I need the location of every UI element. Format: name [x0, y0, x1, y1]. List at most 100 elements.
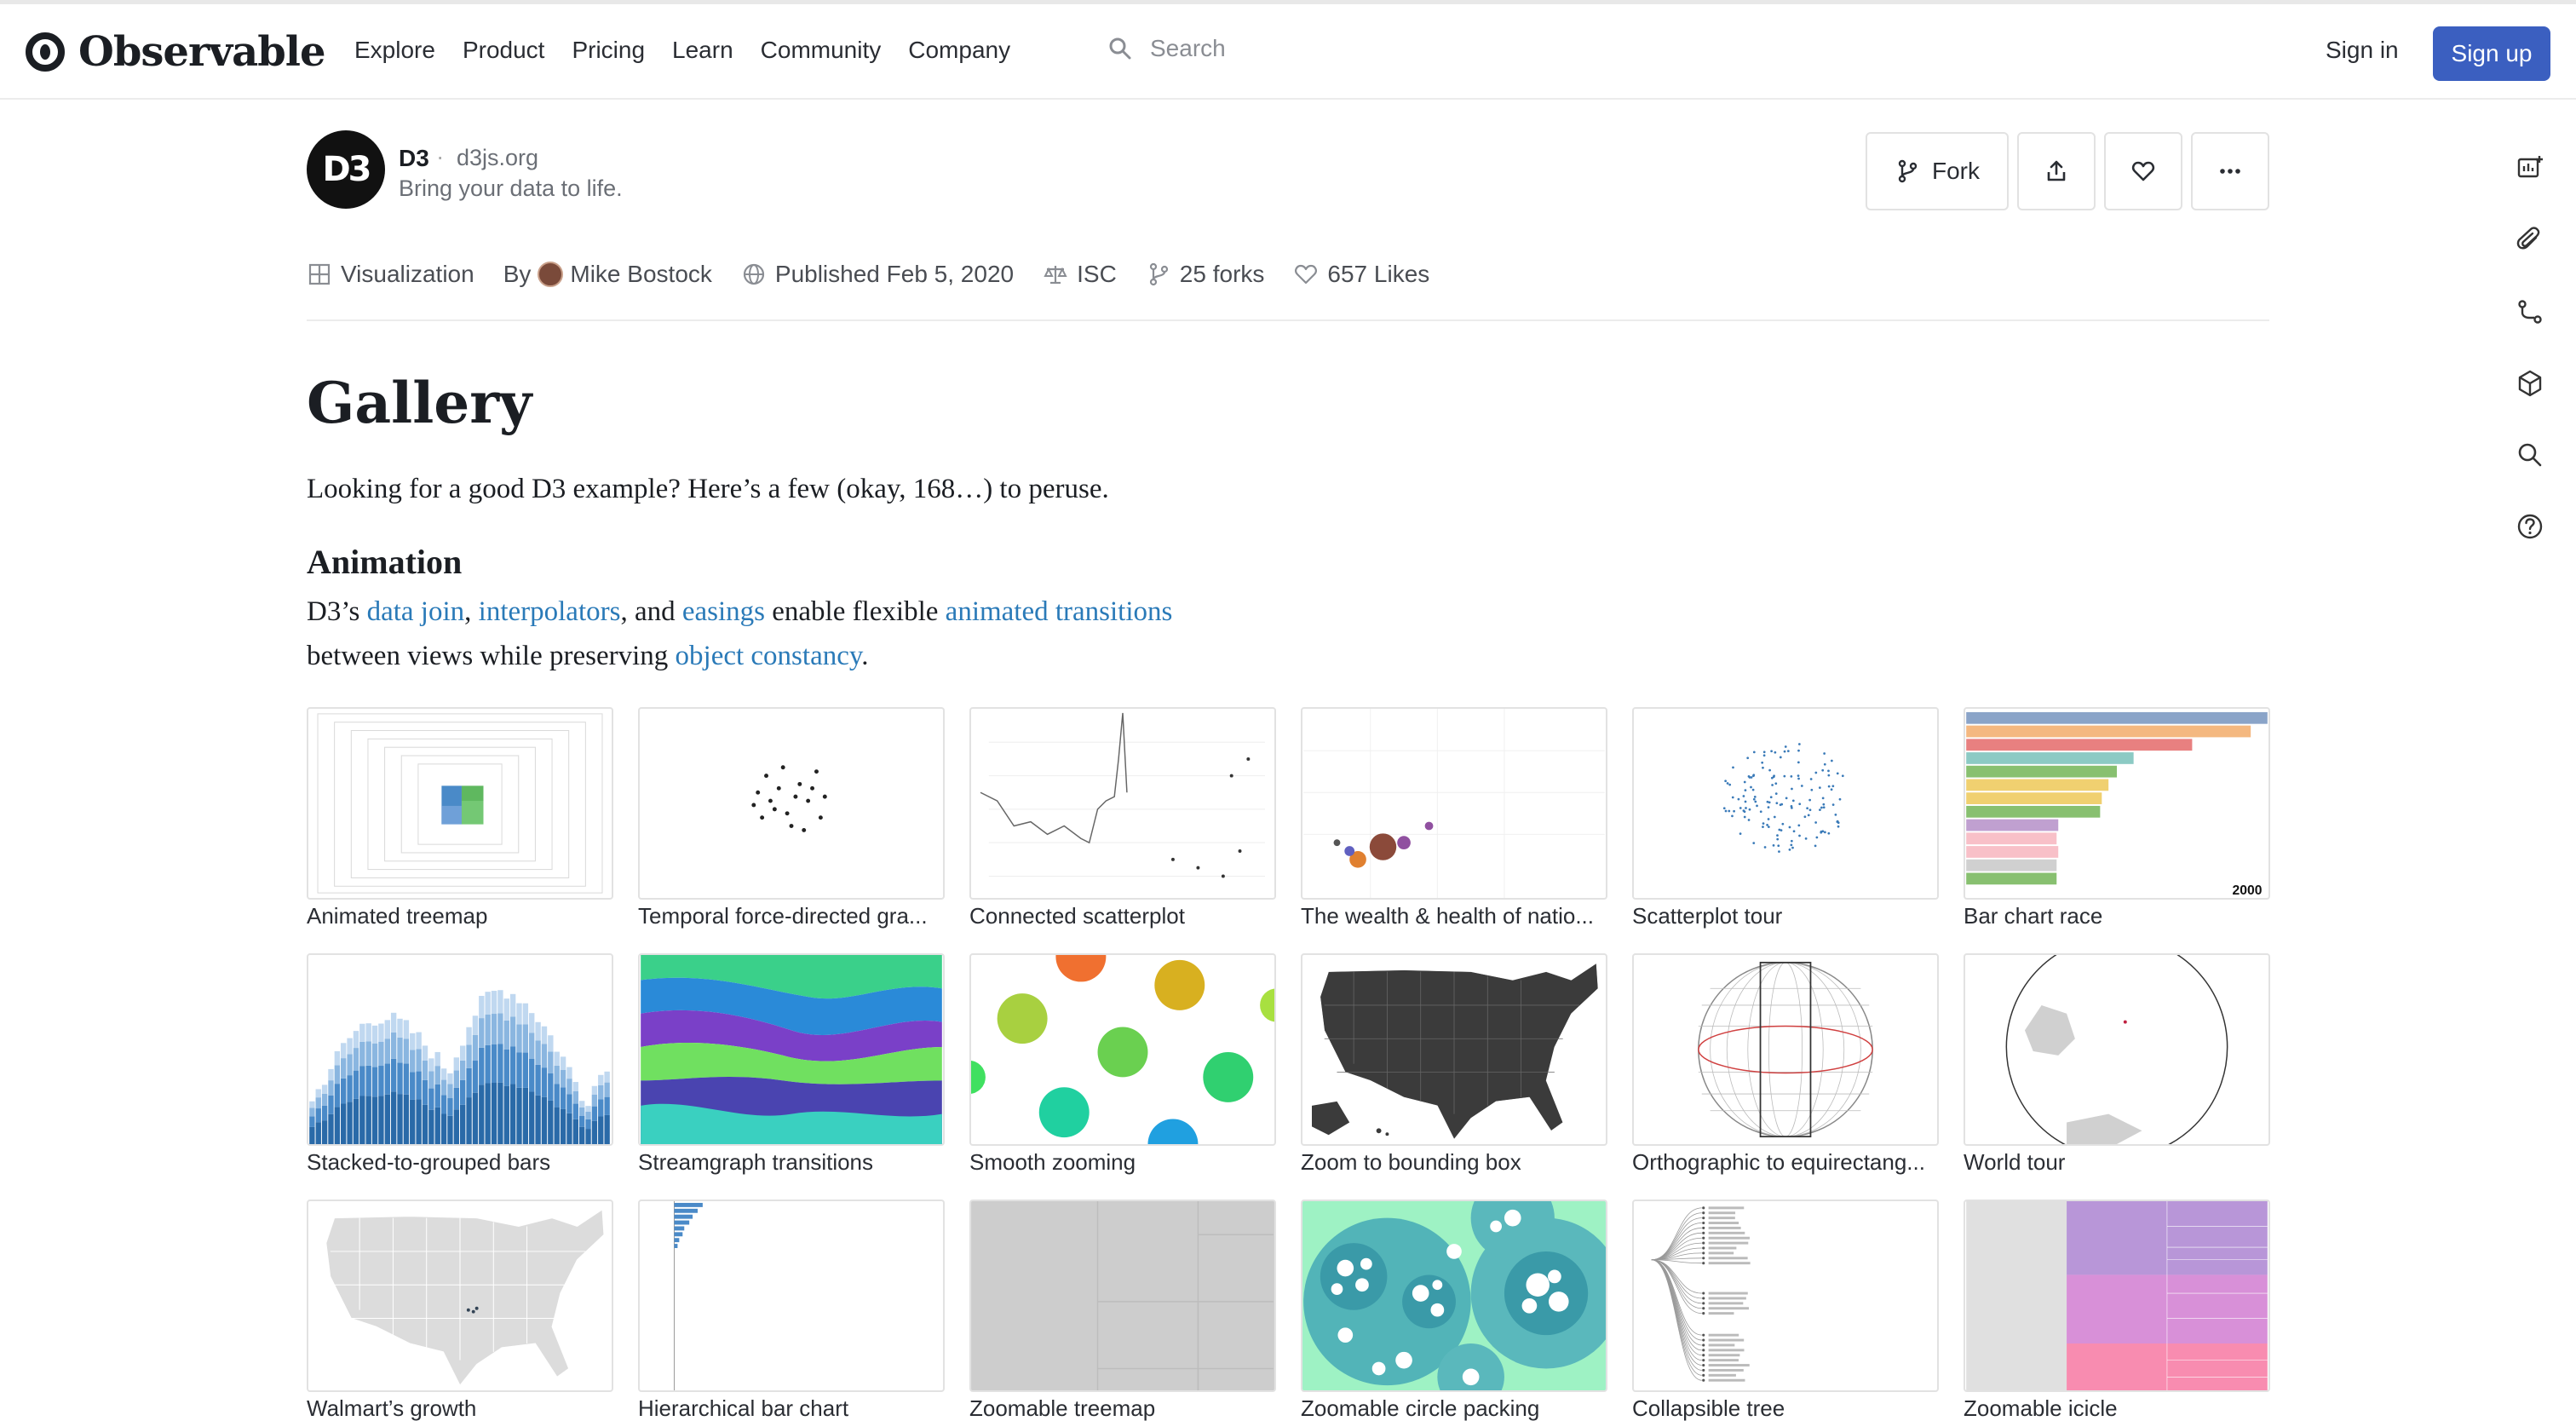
stacked-bar-segment [541, 1044, 548, 1068]
meta-forks[interactable]: 25 forks [1146, 261, 1264, 288]
scatter-dot [1771, 784, 1774, 786]
stacked-bar-segment [341, 1058, 347, 1079]
gallery-card-wealth-health[interactable]: The wealth & health of natio... [1301, 707, 1607, 929]
meta-license[interactable]: ISC [1043, 261, 1117, 288]
stacked-bar-segment [554, 1051, 560, 1066]
nav-link-product[interactable]: Product [463, 37, 545, 64]
gallery-card-walmart[interactable]: Walmart’s growth [307, 1200, 613, 1421]
owner-site-link[interactable]: d3js.org [457, 145, 538, 171]
grid-icon [308, 263, 331, 285]
gallery-card-world-tour[interactable]: World tour [1964, 953, 2270, 1176]
scatter-dot [1759, 810, 1762, 814]
scatter-dot [1792, 830, 1796, 833]
sign-in-link[interactable]: Sign in [2326, 37, 2399, 64]
sign-up-button[interactable]: Sign up [2433, 26, 2550, 81]
gallery-card-streamgraph[interactable]: Streamgraph transitions [638, 953, 945, 1176]
thumbnail [1632, 1200, 1939, 1392]
packages-button[interactable] [2513, 366, 2547, 400]
scatter-dot [1774, 782, 1778, 785]
stacked-bar-segment [334, 1107, 341, 1144]
scatter-dot [1762, 766, 1764, 769]
nav-link-pricing[interactable]: Pricing [572, 37, 645, 64]
link-interpolators[interactable]: interpolators [479, 596, 621, 627]
stacked-bar-segment [585, 1129, 591, 1144]
stacked-bar-segment [397, 1018, 403, 1038]
gallery-card-animated-treemap[interactable]: Animated treemap [307, 707, 613, 929]
tree-node [1702, 1262, 1705, 1265]
stacked-bar-segment [509, 1016, 516, 1047]
gallery-card-zoomable-icicle[interactable]: Zoomable icicle [1964, 1200, 2270, 1421]
meta-likes[interactable]: 657 Likes [1293, 261, 1429, 288]
stacked-bar-segment [491, 1083, 497, 1144]
gallery-card-zoomable-treemap[interactable]: Zoomable treemap [969, 1200, 1276, 1421]
stacked-bar-segment [384, 1063, 390, 1095]
scatter-dot [1779, 756, 1782, 759]
text-fragment: , [464, 596, 479, 627]
stacked-bar-segment [384, 1020, 390, 1039]
d3-avatar-logo[interactable]: D3 [307, 130, 385, 209]
search-box[interactable]: Search [1107, 35, 1226, 62]
gallery-card-orthographic[interactable]: Orthographic to equirectang... [1632, 953, 1939, 1176]
nav-link-learn[interactable]: Learn [672, 37, 733, 64]
thumbnail [1632, 707, 1939, 900]
gallery-card-connected-scatterplot[interactable]: Connected scatterplot [969, 707, 1276, 929]
scatter-dot [1790, 775, 1793, 778]
scatter-dot [1790, 839, 1793, 843]
observable-logo[interactable]: Observable [26, 28, 326, 76]
stacked-bar-segment [585, 1106, 591, 1112]
gallery-card-smooth-zooming[interactable]: Smooth zooming [969, 953, 1276, 1176]
stacked-bar-segment [466, 1027, 472, 1045]
stacked-bar-segment [309, 1116, 315, 1127]
stacked-bar-segment [347, 1054, 353, 1076]
nav-link-community[interactable]: Community [761, 37, 882, 64]
gallery-card-circle-packing[interactable]: Zoomable circle packing [1301, 1200, 1607, 1421]
stacked-bar-segment [548, 1051, 554, 1073]
stacked-bar-segment [535, 1040, 541, 1065]
stacked-bar-segment [315, 1122, 321, 1144]
dependencies-button[interactable] [2513, 295, 2547, 329]
attachments-button[interactable] [2513, 223, 2547, 257]
link-animated-transitions[interactable]: animated transitions [946, 596, 1173, 627]
notebook-owner[interactable]: D3 [399, 145, 429, 172]
meta-type[interactable]: Visualization [307, 261, 474, 288]
find-button[interactable] [2513, 438, 2547, 472]
scatter-dot [1728, 783, 1732, 786]
scatter-dot [1798, 834, 1801, 837]
gallery-card-stacked-grouped[interactable]: Stacked-to-grouped bars [307, 953, 613, 1176]
card-title: Hierarchical bar chart [638, 1395, 849, 1421]
add-cell-icon [2517, 156, 2543, 178]
scatter-dot [1810, 788, 1814, 791]
nav-link-company[interactable]: Company [908, 37, 1010, 64]
stacked-bar-segment [578, 1107, 585, 1116]
scatter-dot [1831, 803, 1835, 806]
stacked-bar-segment [365, 1041, 371, 1066]
more-button[interactable] [2191, 132, 2269, 210]
meta-author[interactable]: By Mike Bostock [503, 261, 712, 288]
gallery-card-scatterplot-tour[interactable]: Scatterplot tour [1632, 707, 1939, 929]
gallery-card-bar-chart-race[interactable]: 2000 Bar chart race [1964, 707, 2270, 929]
gallery-card-temporal-force[interactable]: Temporal force-directed gra... [638, 707, 945, 929]
tree-link [1651, 1259, 1702, 1366]
gallery-card-zoom-bbox[interactable]: Zoom to bounding box [1301, 953, 1607, 1176]
add-cell-button[interactable] [2513, 152, 2547, 186]
link-object-constancy[interactable]: object constancy [676, 641, 862, 671]
heart-icon [2131, 161, 2155, 181]
nav-link-explore[interactable]: Explore [354, 37, 435, 64]
help-button[interactable] [2513, 509, 2547, 544]
gallery-card-collapsible-tree[interactable]: Collapsible tree [1632, 1200, 1939, 1421]
like-button[interactable] [2104, 132, 2182, 210]
stacked-bar-segment [397, 1094, 403, 1144]
scatter-dot [1800, 785, 1803, 787]
fork-button[interactable]: Fork [1866, 132, 2009, 210]
stacked-bar-segment [365, 1023, 371, 1042]
link-data-join[interactable]: data join [367, 596, 465, 627]
gallery-card-hierarchical-bar[interactable]: Hierarchical bar chart [638, 1200, 945, 1421]
link-easings[interactable]: easings [682, 596, 765, 627]
thumbnail [1301, 1200, 1607, 1392]
share-button[interactable] [2017, 132, 2096, 210]
published-date: Published Feb 5, 2020 [774, 261, 1015, 287]
header-divider [307, 319, 2269, 321]
stacked-bar-segment [541, 1026, 548, 1044]
tree-label-placeholder [1708, 1312, 1734, 1315]
tree-link [1651, 1259, 1702, 1336]
